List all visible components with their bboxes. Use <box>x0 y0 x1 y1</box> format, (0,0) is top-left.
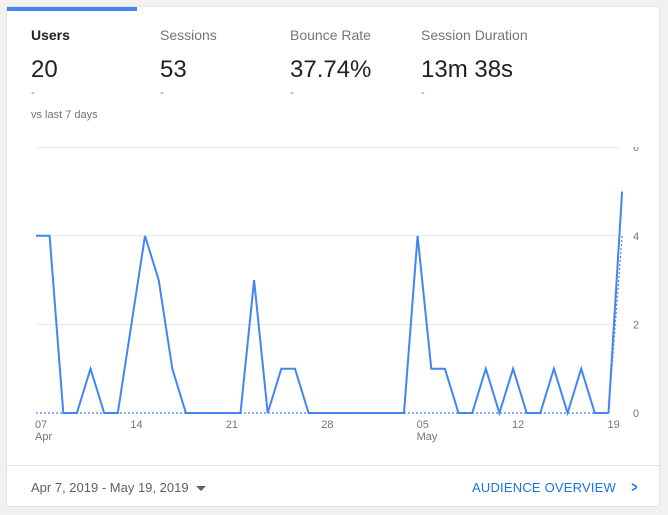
x-tick-label: 05 <box>417 419 429 431</box>
metric-value: 13m 38s <box>421 56 514 83</box>
audience-overview-link[interactable]: AUDIENCE OVERVIEW > <box>472 480 639 495</box>
x-tick-sublabel: Apr <box>35 431 52 443</box>
caret-down-icon <box>195 486 206 492</box>
y-tick-label: 0 <box>633 408 639 420</box>
metric-label: Session Duration <box>421 27 528 43</box>
active-tab-indicator <box>7 7 137 11</box>
metric-tab-users[interactable]: Users 20 - <box>31 27 70 99</box>
card-footer: Apr 7, 2019 - May 19, 2019 AUDIENCE OVER… <box>7 465 659 508</box>
metric-label: Bounce Rate <box>290 27 371 43</box>
x-tick-sublabel: May <box>417 431 438 443</box>
metric-value: 53 <box>160 56 187 83</box>
metric-label: Users <box>31 27 70 43</box>
x-tick-label: 07 <box>35 419 47 431</box>
metric-value: 37.74% <box>290 56 372 83</box>
metric-delta: - <box>290 87 294 99</box>
date-range-selector[interactable]: Apr 7, 2019 - May 19, 2019 <box>31 480 206 495</box>
x-tick-label: 12 <box>512 419 524 431</box>
y-tick-label: 6 <box>633 147 639 154</box>
metric-tab-sessions[interactable]: Sessions 53 - <box>160 27 217 99</box>
x-tick-label: 19 <box>607 419 619 431</box>
comparison-period-label: vs last 7 days <box>31 109 98 121</box>
users-overview-card: Users 20 - Sessions 53 - Bounce Rate 37.… <box>6 6 660 507</box>
metric-value: 20 <box>31 56 58 83</box>
metric-delta: - <box>160 87 164 99</box>
x-tick-label: 28 <box>321 419 333 431</box>
audience-overview-label: AUDIENCE OVERVIEW <box>472 480 617 495</box>
y-tick-label: 4 <box>633 231 639 243</box>
metric-delta: - <box>421 87 425 99</box>
x-tick-label: 14 <box>130 419 142 431</box>
metric-tab-bounce-rate[interactable]: Bounce Rate 37.74% - <box>290 27 371 99</box>
x-tick-label: 21 <box>226 419 238 431</box>
users-line-chart: 0 2 4 6 07Apr 14 21 28 05May 12 19 <box>35 147 639 443</box>
y-tick-label: 2 <box>633 319 639 331</box>
chevron-right-icon: > <box>631 479 638 496</box>
metric-tab-session-duration[interactable]: Session Duration 13m 38s - <box>421 27 528 99</box>
metric-label: Sessions <box>160 27 217 43</box>
metric-delta: - <box>31 87 35 99</box>
date-range-label: Apr 7, 2019 - May 19, 2019 <box>31 480 189 495</box>
